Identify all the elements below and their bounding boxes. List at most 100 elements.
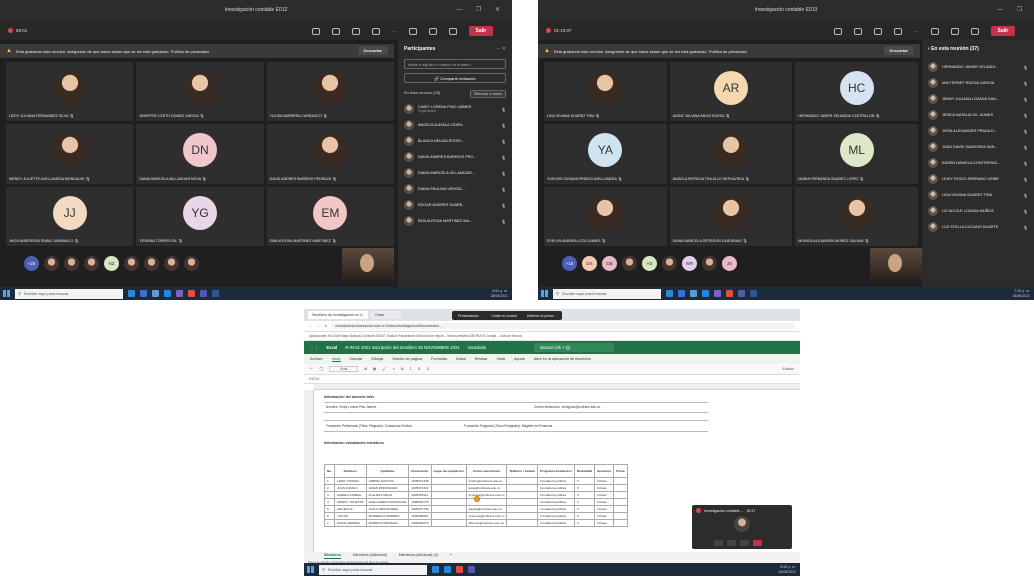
table-cell[interactable]: KAREN LORENA: [333, 491, 367, 499]
ribbon-tab[interactable]: Archivo: [310, 357, 323, 361]
table-cell[interactable]: 1005359111: [408, 491, 432, 499]
participant-bubble[interactable]: [144, 255, 159, 271]
chat-icon[interactable]: [332, 27, 340, 35]
app-icon[interactable]: [726, 290, 733, 297]
app-icon[interactable]: [176, 290, 183, 297]
sort-icon[interactable]: ⇅: [418, 367, 421, 371]
app-launcher-icon[interactable]: ⋮⋮: [310, 345, 318, 350]
table-row[interactable]: 2 JUAN CAMILO ARIAS RODRIGUEZ 1005372342 jar…: [324, 484, 628, 492]
self-view[interactable]: [870, 248, 922, 280]
table-cell[interactable]: aayala@unitrans.edu.co: [465, 505, 508, 513]
table-cell[interactable]: Contaduría pública: [537, 484, 575, 492]
teams-icon[interactable]: [200, 290, 207, 297]
window-controls[interactable]: — ❐ ✕: [456, 6, 506, 13]
participant-row[interactable]: HERNANDO JAVIER VELANDI... 🎙: [922, 59, 1034, 75]
taskview-icon[interactable]: [666, 290, 673, 297]
table-cell[interactable]: [506, 477, 539, 485]
participant-row[interactable]: IAN FERNEY RUEDA GARCIA 🎙: [922, 75, 1034, 91]
table-cell[interactable]: 1005367746: [408, 505, 432, 513]
table-cell[interactable]: [430, 498, 467, 506]
table-cell[interactable]: [613, 477, 628, 485]
participant-row[interactable]: KAREN DANIELA CONTRERAS... 🎙: [922, 155, 1034, 171]
share-invite-button[interactable]: 🔗 Compartir invitación: [404, 73, 506, 83]
taskview-icon[interactable]: [128, 290, 135, 297]
table-cell[interactable]: 6: [324, 512, 335, 520]
hangup-icon[interactable]: [753, 540, 762, 546]
table-cell[interactable]: X: [573, 491, 596, 499]
participant-row[interactable]: DIANA PAULINA VERGEL... 🎙: [398, 181, 512, 197]
fill-icon[interactable]: 🖌: [382, 367, 386, 371]
table-cell[interactable]: Contaduría pública: [537, 512, 575, 520]
table-cell[interactable]: 3: [324, 491, 335, 499]
more-participants-count[interactable]: +18: [562, 255, 577, 271]
teams-icon[interactable]: [468, 566, 475, 573]
video-tile[interactable]: AR ANGIE JULIANA ARIAS RUEDA 🎙: [669, 62, 793, 122]
table-row[interactable]: 1 LEIDY JOHANA URBINA SANTOS 1005371345 lurb…: [324, 477, 628, 485]
video-tile[interactable]: YG YESENIA TORRES GIL 🎙: [136, 186, 264, 246]
ribbon-tab[interactable]: Ayuda: [514, 357, 525, 361]
sheet-tab[interactable]: +: [450, 553, 452, 559]
formula-bar[interactable]: H13 fx: [304, 375, 800, 384]
table-cell[interactable]: Octavo: [594, 498, 615, 506]
forward-icon[interactable]: →: [317, 324, 321, 328]
microphone-icon[interactable]: [727, 540, 736, 546]
participant-row[interactable]: EMILIA ROSA MARTINEZ MA... 🎙: [398, 213, 512, 229]
find-icon[interactable]: ⚲: [427, 367, 430, 371]
sheet-tab[interactable]: Miembros (Adicional) (2): [399, 553, 438, 559]
participant-bubble[interactable]: DS: [582, 255, 597, 271]
ribbon-tab[interactable]: Dibujar: [371, 357, 383, 361]
stop-presenting-button[interactable]: Detener la prese...: [527, 314, 557, 318]
give-control-button[interactable]: Ceder el control: [491, 314, 516, 318]
participant-row[interactable]: LUZ STELLA LIZCANO DUARTE 🎙: [922, 219, 1034, 235]
windows-start-icon[interactable]: [541, 290, 548, 297]
table-cell[interactable]: LEIDY JOHANA: [333, 477, 367, 485]
participant-bubble[interactable]: [44, 255, 59, 271]
sum-icon[interactable]: Σ: [410, 367, 412, 371]
clock[interactable]: 8:06 p. m. 18/08/2021: [778, 565, 796, 574]
table-cell[interactable]: X: [573, 484, 596, 492]
table-cell[interactable]: [430, 505, 467, 513]
table-row[interactable]: 7 DAVID ANDRES BARRIOS PEDRAZA 1005360270 db…: [324, 519, 628, 527]
table-cell[interactable]: Contaduría pública: [537, 491, 575, 499]
table-cell[interactable]: [430, 491, 467, 499]
table-cell[interactable]: 2: [324, 484, 335, 492]
participant-row[interactable]: JENNY JULIANA LOZADA SAN... 🎙: [922, 91, 1034, 107]
borders-icon[interactable]: ▦: [373, 367, 376, 371]
video-tile[interactable]: JENIFFER LIZETH GOMEZ GARCIA 🎙: [136, 62, 264, 122]
table-cell[interactable]: Contaduría pública: [537, 505, 575, 513]
participant-row[interactable]: CINDY LORENA PINO JAIMES Organizador 🎙: [398, 101, 512, 117]
ribbon-tab[interactable]: Datos: [456, 357, 466, 361]
edit-mode[interactable]: Edición: [783, 367, 794, 371]
dismiss-button[interactable]: Descartar: [357, 46, 388, 55]
table-row[interactable]: 5 ANGELICA AYALA HERNANDEZ 1005367746 aayala…: [324, 505, 628, 513]
taskbar-search[interactable]: ⚲ Escribe aquí para buscar: [553, 288, 661, 299]
table-row[interactable]: 6 YULISA BARRERA CARRERO 1005358667 ybarrera…: [324, 512, 628, 520]
table-cell[interactable]: [506, 491, 539, 499]
app-icon[interactable]: [188, 290, 195, 297]
table-cell[interactable]: 4: [324, 498, 335, 506]
participant-bubble[interactable]: [84, 255, 99, 271]
table-cell[interactable]: URBINA SANTOS: [365, 477, 410, 485]
table-cell[interactable]: [613, 491, 628, 499]
participant-bubble[interactable]: [184, 255, 199, 271]
browser-tab[interactable]: Crear: [371, 311, 401, 319]
paste-icon[interactable]: 📋: [319, 367, 323, 371]
video-tile[interactable]: ML MARIA FERNANDA SUAREZ LOPEZ 🎙: [795, 124, 918, 184]
back-icon[interactable]: ←: [309, 324, 313, 328]
table-cell[interactable]: Octavo: [594, 491, 615, 499]
table-cell[interactable]: 1005372342: [408, 484, 432, 492]
participant-row[interactable]: DAVID ANDRES BARRIOS PED... 🎙: [398, 149, 512, 165]
clock[interactable]: 6:51 p. m. 18/08/2021: [490, 289, 508, 298]
participant-bubble[interactable]: DB: [602, 255, 617, 271]
camera-icon[interactable]: [408, 27, 417, 35]
table-cell[interactable]: 1005358667: [408, 512, 432, 520]
video-tile[interactable]: MONICA ALEJANDRA MUÑOZ GALVAN 🎙: [795, 186, 918, 246]
table-cell[interactable]: DAVID ANDRES: [333, 519, 367, 527]
clock[interactable]: 7:10 p. m. 18/08/2021: [1012, 289, 1030, 298]
video-tile[interactable]: WENDY JULIETTE AVELLANEDA MONSALVE 🎙: [6, 124, 134, 184]
leave-button[interactable]: Salir: [990, 26, 1016, 36]
participant-row[interactable]: LIDA VIVIANA SUAREZ TRIA 🎙: [922, 187, 1034, 203]
window-controls[interactable]: — ❐: [997, 6, 1028, 13]
rooms-icon[interactable]: [894, 27, 902, 35]
more-participants-count[interactable]: +20: [24, 255, 39, 271]
